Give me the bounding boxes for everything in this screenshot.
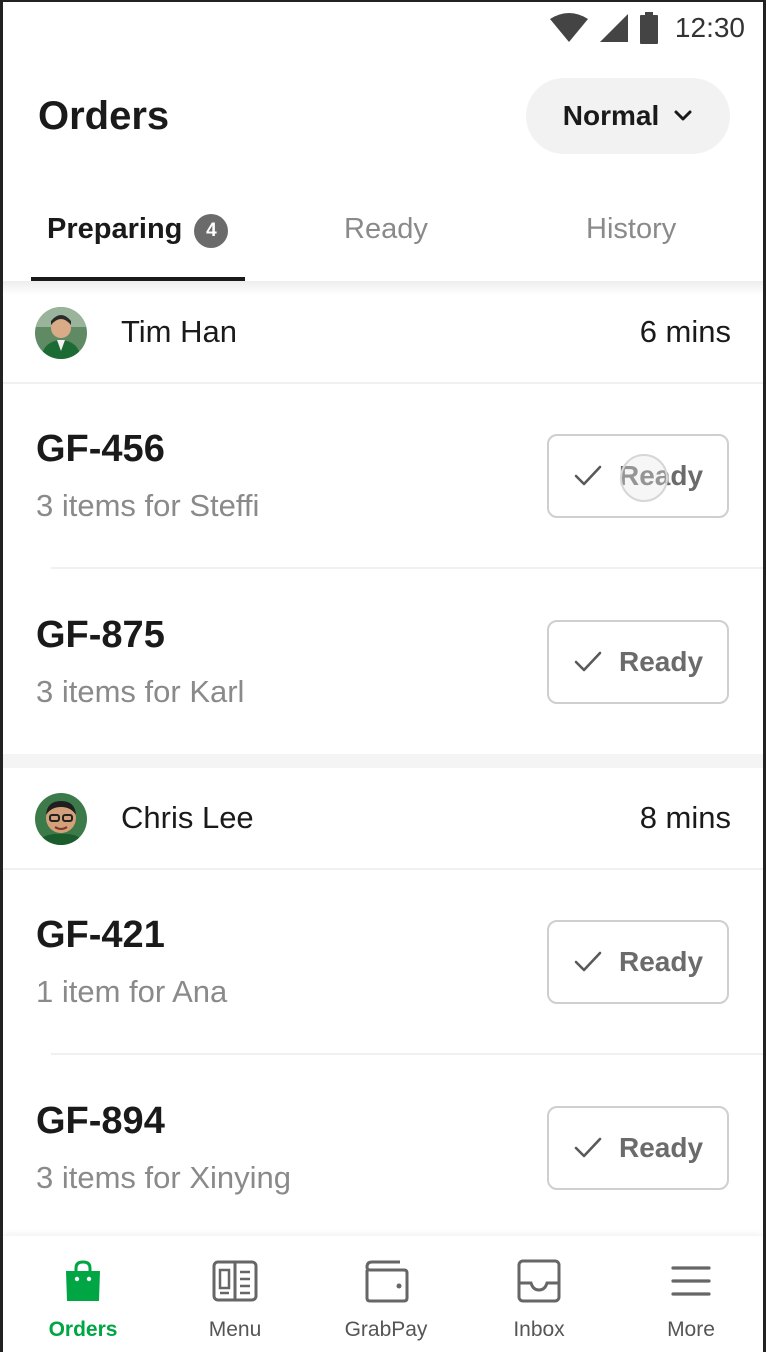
mark-ready-button[interactable]: Ready	[547, 620, 729, 704]
order-row[interactable]: GF-456 3 items for Steffi Ready	[3, 384, 763, 570]
clock-time: 12:30	[674, 12, 745, 43]
order-row[interactable]: GF-894 3 items for Xinying Ready	[3, 1056, 763, 1242]
order-description: 3 items for Karl	[36, 674, 245, 709]
nav-menu[interactable]: Menu	[160, 1236, 310, 1352]
wait-time: 8 mins	[639, 800, 731, 835]
touch-indicator	[620, 454, 668, 502]
wait-time: 6 mins	[639, 314, 731, 349]
battery-icon	[639, 12, 658, 44]
header: Orders Normal	[3, 74, 763, 164]
nav-more[interactable]: More	[616, 1236, 763, 1352]
checkmark-icon	[574, 1137, 602, 1158]
nav-grabpay-label: GrabPay	[344, 1318, 428, 1341]
cellular-signal-icon	[599, 14, 628, 42]
nav-inbox[interactable]: Inbox	[464, 1236, 614, 1352]
order-id: GF-456	[36, 428, 165, 470]
wifi-icon	[549, 13, 588, 42]
tab-history-label: History	[586, 213, 677, 245]
checkmark-icon	[574, 651, 602, 672]
order-tabs: Preparing 4 Ready History	[3, 197, 763, 281]
mode-dropdown[interactable]: Normal	[526, 78, 730, 154]
order-id: GF-421	[36, 914, 165, 956]
customer-avatar	[35, 793, 87, 845]
mode-dropdown-value: Normal	[562, 100, 660, 131]
status-bar: 12:30	[3, 2, 763, 54]
nav-orders[interactable]: Orders	[8, 1236, 158, 1352]
hamburger-icon	[671, 1266, 711, 1296]
tab-ready-label: Ready	[344, 213, 428, 245]
nav-menu-label: Menu	[208, 1318, 262, 1341]
tab-preparing[interactable]: Preparing 4	[47, 197, 229, 281]
tab-ready[interactable]: Ready	[344, 197, 428, 281]
shopping-bag-icon	[66, 1260, 100, 1301]
row-divider	[51, 567, 763, 569]
chevron-down-icon	[674, 110, 692, 121]
order-row[interactable]: GF-421 1 item for Ana Ready	[3, 870, 763, 1056]
order-id: GF-875	[36, 614, 165, 656]
tab-preparing-label: Preparing	[47, 213, 183, 245]
app-screen: 12:30 Orders Normal Preparing 4 Ready Hi…	[0, 0, 766, 1352]
tab-history[interactable]: History	[586, 197, 676, 281]
order-description: 1 item for Ana	[36, 974, 228, 1009]
nav-grabpay[interactable]: GrabPay	[311, 1236, 461, 1352]
order-description: 3 items for Steffi	[36, 488, 260, 523]
checkmark-icon	[574, 465, 602, 486]
order-description: 3 items for Xinying	[36, 1160, 291, 1195]
page-title: Orders	[38, 94, 170, 138]
nav-more-label: More	[667, 1318, 715, 1341]
group-separator	[3, 754, 763, 768]
mark-ready-button[interactable]: Ready	[547, 920, 729, 1004]
customer-avatar	[35, 307, 87, 359]
tab-preparing-count-badge: 4	[194, 214, 229, 248]
nav-orders-label: Orders	[48, 1318, 118, 1341]
order-id: GF-894	[36, 1100, 165, 1142]
customer-name: Chris Lee	[121, 800, 254, 835]
customer-group-header[interactable]: Chris Lee 8 mins	[3, 768, 763, 870]
wallet-icon	[365, 1260, 409, 1303]
menu-book-icon	[212, 1260, 258, 1302]
checkmark-icon	[574, 951, 602, 972]
mark-ready-label: Ready	[618, 946, 704, 977]
mark-ready-button[interactable]: Ready	[547, 1106, 729, 1190]
row-divider	[51, 1053, 763, 1055]
mark-ready-label: Ready	[618, 1132, 704, 1163]
nav-inbox-label: Inbox	[513, 1318, 565, 1341]
inbox-icon	[517, 1259, 561, 1303]
customer-group-header[interactable]: Tim Han 6 mins	[3, 282, 763, 384]
order-row[interactable]: GF-875 3 items for Karl Ready	[3, 570, 763, 756]
bottom-navigation: Orders Menu GrabPay Inbox More	[3, 1236, 763, 1352]
mark-ready-label: Ready	[618, 646, 704, 677]
customer-name: Tim Han	[121, 314, 237, 349]
